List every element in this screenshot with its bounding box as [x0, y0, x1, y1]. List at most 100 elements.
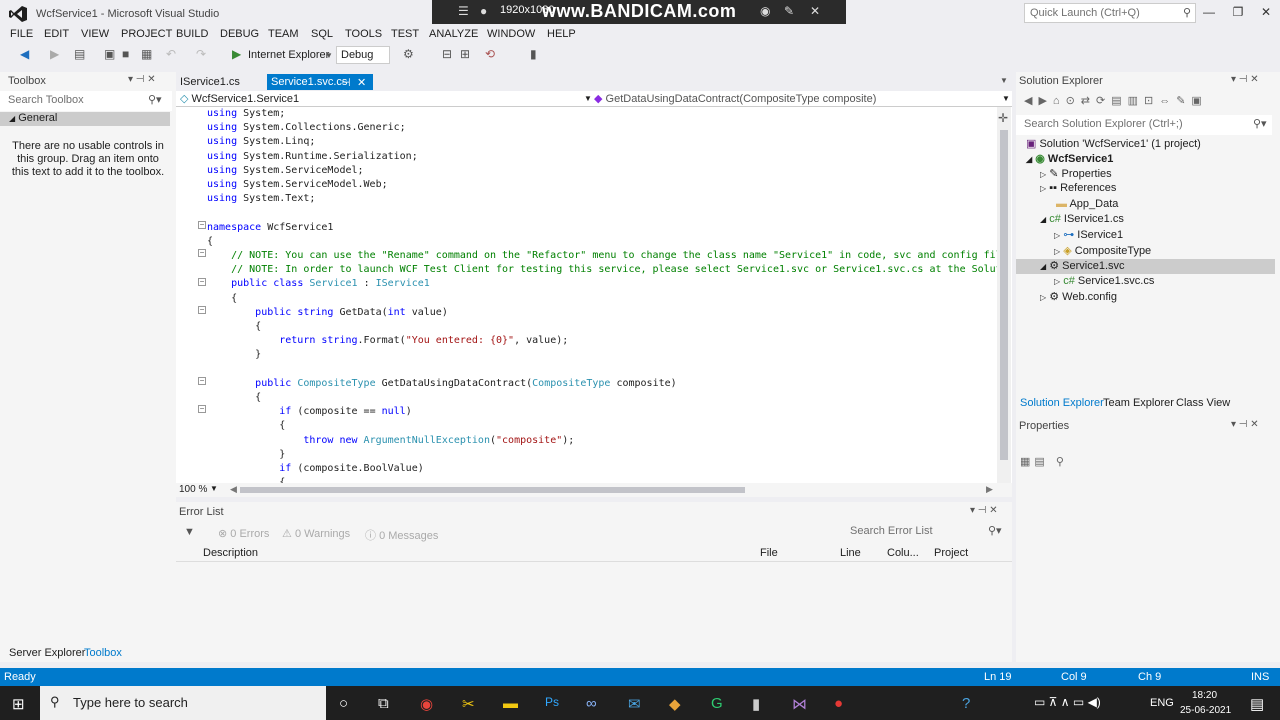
scroll-right-icon[interactable]: ▶ — [986, 484, 993, 495]
bandicam-record-icon[interactable]: ● — [834, 695, 843, 712]
solution-search-input[interactable]: Search Solution Explorer (Ctrl+;) — [1016, 115, 1272, 135]
save-all-icon[interactable]: ▦ — [141, 47, 152, 61]
messages-filter[interactable]: ⓘ 0 Messages — [365, 527, 438, 543]
tab-service1-svc-cs[interactable]: Service1.svc.cs ⊣ ✕ — [267, 74, 373, 90]
clock-time[interactable]: 18:20 — [1192, 690, 1217, 701]
maximize-button[interactable]: ❐ — [1228, 5, 1248, 19]
menu-sql[interactable]: SQL — [311, 28, 333, 40]
menu-help[interactable]: HELP — [547, 28, 576, 40]
tab-team-explorer[interactable]: Team Explorer — [1103, 397, 1174, 409]
tab-solution-explorer[interactable]: Solution Explorer — [1020, 397, 1104, 409]
indent-icon[interactable]: ⊞ — [460, 47, 470, 61]
open-file-icon[interactable]: ▣ — [104, 47, 115, 61]
toolbox-group-general[interactable]: ◢ General — [0, 112, 170, 126]
infinity-app-icon[interactable]: ∞ — [586, 695, 597, 712]
split-icon[interactable]: ✛ — [998, 111, 1008, 125]
column-project[interactable]: Project — [934, 547, 968, 559]
menu-test[interactable]: TEST — [391, 28, 419, 40]
code-editor[interactable]: − − − − − − using System; using System.C… — [176, 107, 1012, 483]
column-description[interactable]: Description — [203, 547, 258, 559]
visual-studio-taskbar-icon[interactable]: ⋈ — [792, 695, 807, 713]
type-selector[interactable]: ◇ WcfService1.Service1 — [180, 92, 299, 105]
errors-filter[interactable]: ⊗ 0 Errors — [218, 527, 269, 540]
attach-icon[interactable]: ⚙ — [403, 47, 414, 61]
collapse-toggle[interactable]: − — [198, 306, 206, 314]
photoshop-icon[interactable]: Ps — [545, 695, 559, 709]
menu-debug[interactable]: DEBUG — [220, 28, 259, 40]
solution-explorer-toolbar[interactable]: ◀▶⌂⊙⇄⟳▤▥⊡⇔✎▣ — [1024, 94, 1208, 107]
snipping-tool-icon[interactable]: ✂ — [462, 695, 475, 713]
warnings-filter[interactable]: ⚠ 0 Warnings — [282, 527, 350, 540]
member-selector[interactable]: ◆ GetDataUsingDataContract(CompositeType… — [594, 92, 876, 105]
start-debug-icon[interactable]: ▶ — [232, 47, 241, 61]
collapse-toggle[interactable]: − — [198, 221, 206, 229]
taskbar-search-input[interactable]: ⚲ Type here to search — [40, 686, 326, 720]
tree-service1-svc-cs[interactable]: ▷ c# Service1.svc.cs — [1054, 275, 1154, 290]
tree-web-config[interactable]: ▷ ⚙ Web.config — [1040, 290, 1117, 305]
notification-area-icons[interactable]: ▭ ⊼ ∧ ▭ ◀) — [1034, 695, 1101, 709]
source-code[interactable]: using System; using System.Collections.G… — [207, 107, 1002, 483]
pin-icon[interactable]: ⊣ — [341, 76, 351, 89]
format-icon[interactable]: ⊟ — [442, 47, 452, 61]
forward-icon[interactable]: ▶ — [50, 47, 59, 61]
close-tab-icon[interactable]: ✕ — [357, 76, 366, 89]
tab-class-view[interactable]: Class View — [1176, 397, 1230, 409]
save-icon[interactable]: ■ — [122, 47, 129, 61]
properties-toolbar[interactable]: ▦▤ ⚲ — [1020, 455, 1068, 468]
mail-icon[interactable]: ✉ — [628, 695, 641, 713]
new-project-icon[interactable]: ▤ — [74, 47, 85, 61]
toolbox-search-input[interactable]: Search Toolbox — [0, 91, 172, 111]
help-icon[interactable]: ? — [962, 695, 970, 712]
menu-project[interactable]: PROJECT — [121, 28, 172, 40]
column-column[interactable]: Colu... — [887, 547, 919, 559]
tab-toolbox[interactable]: Toolbox — [84, 647, 122, 659]
column-file[interactable]: File — [760, 547, 778, 559]
solution-explorer-options-icon[interactable]: ▾ ⊣ ✕ — [1231, 74, 1259, 85]
windows-start-icon[interactable]: ⊞ — [12, 695, 25, 713]
filter-icon[interactable]: ▼ — [184, 526, 195, 538]
menu-tools[interactable]: TOOLS — [345, 28, 382, 40]
menu-analyze[interactable]: ANALYZE — [429, 28, 478, 40]
collapse-toggle[interactable]: − — [198, 249, 206, 257]
app-icon[interactable]: ◆ — [669, 695, 681, 713]
error-list-options-icon[interactable]: ▾ ⊣ ✕ — [970, 505, 998, 516]
file-explorer-icon[interactable]: ▬ — [503, 695, 518, 712]
menu-edit[interactable]: EDIT — [44, 28, 69, 40]
comment-icon[interactable]: ▮ — [530, 47, 537, 61]
tree-project[interactable]: ◢ ◉ WcfService1 — [1026, 152, 1113, 167]
column-line[interactable]: Line — [840, 547, 861, 559]
menu-team[interactable]: TEAM — [268, 28, 299, 40]
bookmark-icon[interactable]: ⟲ — [485, 47, 495, 61]
tree-compositetype[interactable]: ▷ ◈ CompositeType — [1054, 244, 1151, 259]
close-window-button[interactable]: ✕ — [1256, 5, 1276, 19]
error-list-search-input[interactable]: Search Error List — [842, 522, 1008, 542]
tab-iservice1-cs[interactable]: IService1.cs — [176, 74, 244, 90]
collapse-toggle[interactable]: − — [198, 377, 206, 385]
undo-icon[interactable]: ↶ — [166, 47, 176, 61]
quick-launch-input[interactable]: Quick Launch (Ctrl+Q) ⚲ — [1024, 3, 1196, 23]
menu-view[interactable]: VIEW — [81, 28, 109, 40]
chevron-down-icon[interactable]: ▼ — [210, 484, 218, 493]
browser-selector[interactable]: Internet Explorer — [248, 49, 329, 61]
horizontal-scroll-thumb[interactable] — [240, 487, 745, 493]
task-view-icon[interactable]: ⧉ — [378, 695, 389, 712]
tab-server-explorer[interactable]: Server Explorer — [9, 647, 85, 659]
tree-properties[interactable]: ▷ ✎ Properties — [1040, 167, 1112, 182]
zoom-level[interactable]: 100 % — [179, 484, 207, 495]
tree-service1-svc[interactable]: ◢ ⚙ Service1.svc — [1040, 259, 1125, 274]
tree-iservice1-cs[interactable]: ◢ c# IService1.cs — [1040, 213, 1124, 228]
properties-options-icon[interactable]: ▾ ⊣ ✕ — [1231, 419, 1259, 430]
tree-iservice1[interactable]: ▷ ⊶ IService1 — [1054, 228, 1123, 243]
menu-file[interactable]: FILE — [10, 28, 33, 40]
menu-build[interactable]: BUILD — [176, 28, 208, 40]
cortana-icon[interactable]: ○ — [339, 695, 348, 712]
tree-app-data[interactable]: ▬ App_Data — [1056, 198, 1118, 213]
tree-references[interactable]: ▷ ▪▪ References — [1040, 182, 1116, 197]
grammarly-icon[interactable]: G — [711, 695, 723, 712]
chevron-down-icon[interactable]: ▼ — [584, 94, 592, 103]
chevron-down-icon[interactable]: ▼ — [1002, 94, 1010, 103]
configuration-select[interactable]: Debug — [336, 46, 390, 64]
collapse-toggle[interactable]: − — [198, 278, 206, 286]
minimize-button[interactable]: — — [1199, 5, 1219, 19]
vertical-scroll-thumb[interactable] — [1000, 130, 1008, 460]
